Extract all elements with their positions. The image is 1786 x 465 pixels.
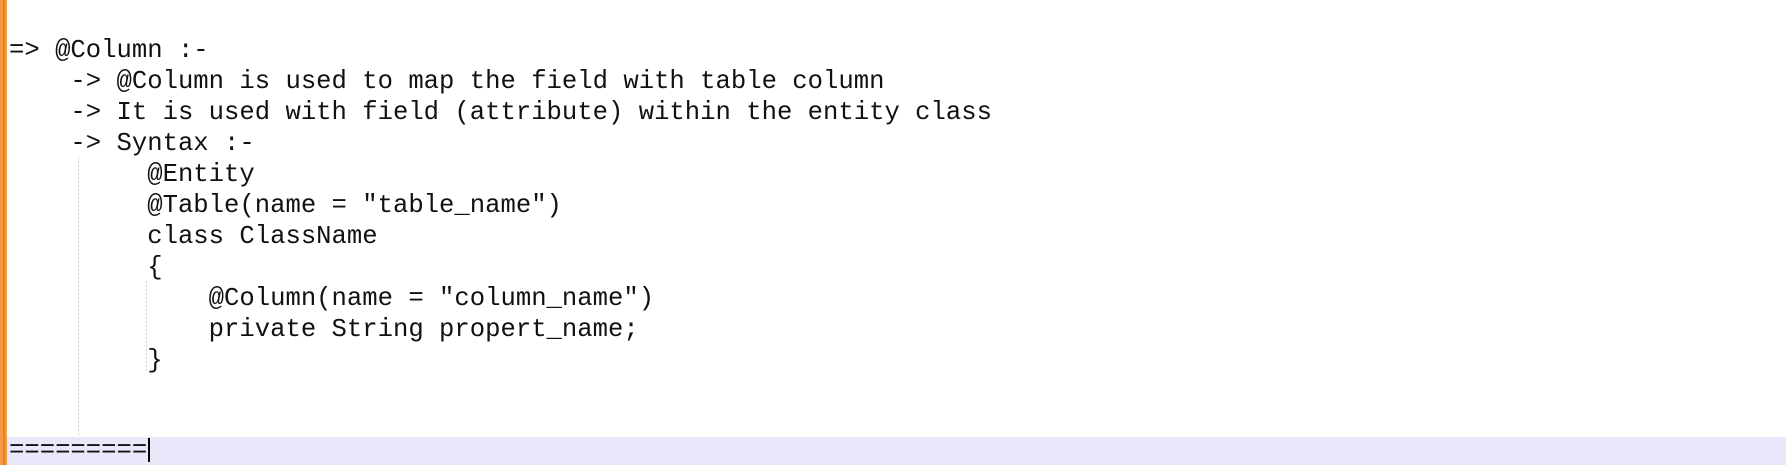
editor-line-8[interactable]: { — [9, 252, 162, 283]
editor-line-10[interactable]: private String propert_name; — [9, 314, 639, 345]
editor-line-11[interactable]: } — [9, 345, 162, 376]
editor-line-9[interactable]: @Column(name = "column_name") — [9, 283, 654, 314]
editor-line-6[interactable]: @Table(name = "table_name") — [9, 190, 562, 221]
editor-line-7[interactable]: class ClassName — [9, 221, 377, 252]
editor-line-2[interactable]: -> @Column is used to map the field with… — [9, 66, 884, 97]
text-editor[interactable]: => @Column :- -> @Column is used to map … — [0, 0, 1786, 465]
editor-line-1[interactable]: => @Column :- — [9, 35, 209, 66]
editor-line-3[interactable]: -> It is used with field (attribute) wit… — [9, 97, 992, 128]
editor-line-13-text: ========= — [9, 436, 148, 465]
editor-line-4[interactable]: -> Syntax :- — [9, 128, 254, 159]
change-marker-line — [3, 0, 5, 465]
text-cursor — [148, 438, 151, 463]
editor-line-13[interactable]: ========= — [9, 436, 151, 465]
change-marker-bar — [0, 0, 7, 465]
current-line-highlight — [7, 437, 1786, 465]
editor-line-5[interactable]: @Entity — [9, 159, 255, 190]
